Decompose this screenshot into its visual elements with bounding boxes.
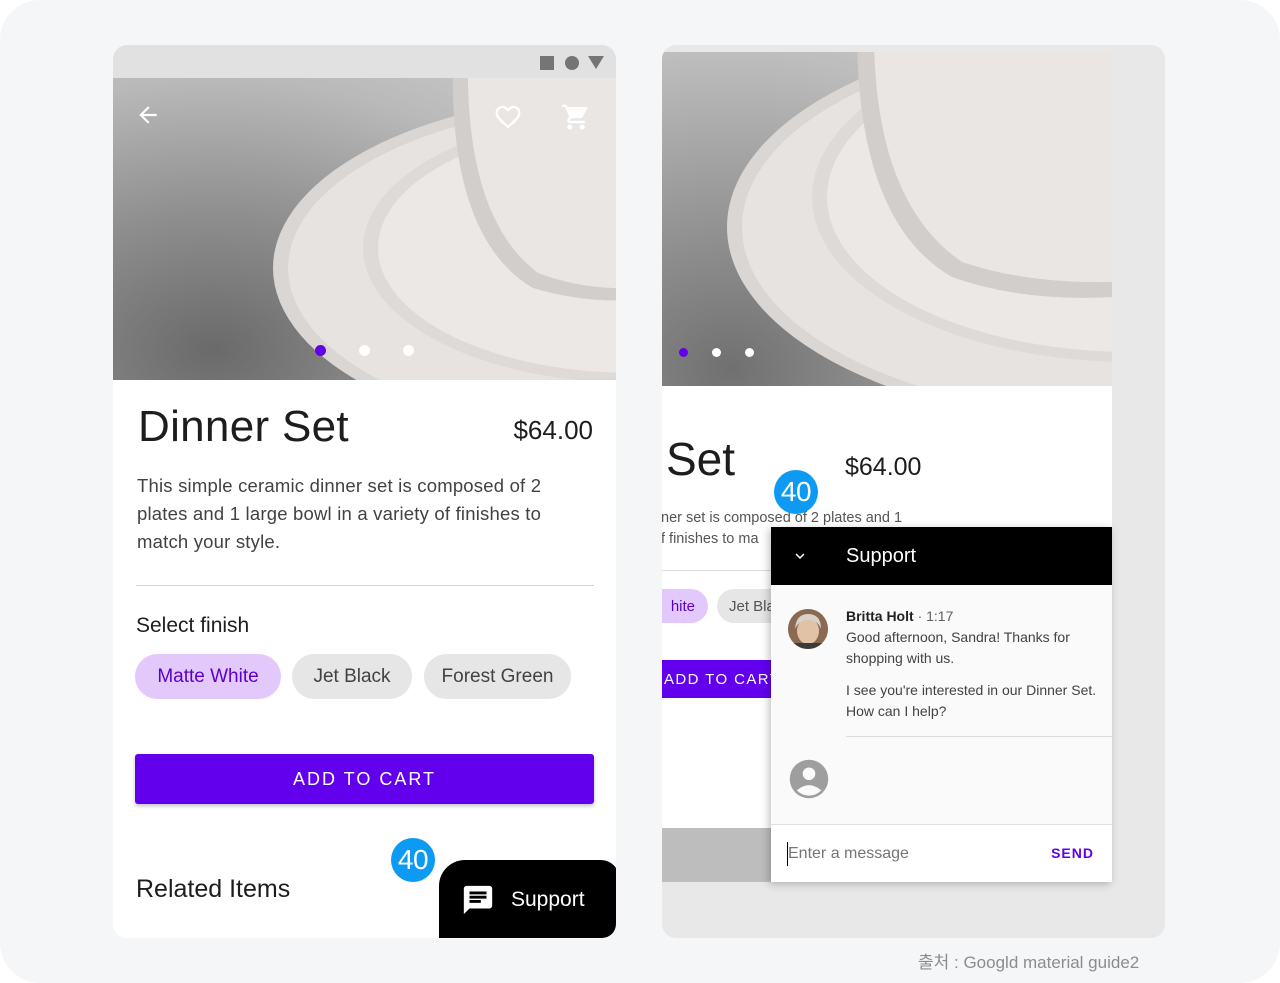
chip-matte-white[interactable]: Matte White <box>135 654 281 699</box>
carousel-dot[interactable] <box>359 345 370 356</box>
message-sender: Britta Holt · 1:17 <box>846 608 953 624</box>
support-chat-sheet: Support Britta Holt · 1:17 Good afternoo… <box>771 527 1112 882</box>
annotation-badge: 40 <box>774 470 818 514</box>
product-image-carousel[interactable] <box>113 78 616 380</box>
product-title: Dinner Set <box>138 402 349 451</box>
send-button[interactable]: SEND <box>1051 845 1094 861</box>
back-button[interactable] <box>135 102 167 134</box>
dinner-plate-image <box>273 78 616 380</box>
product-description-line: f finishes to ma <box>662 531 759 547</box>
avatar <box>788 609 828 649</box>
favorite-button[interactable] <box>493 102 525 134</box>
agent-avatar-image <box>788 609 828 649</box>
back-arrow-icon <box>139 106 157 124</box>
divider <box>846 736 1112 737</box>
chat-message: Good afternoon, Sandra! Thanks for shopp… <box>846 629 1070 666</box>
divider <box>662 570 782 571</box>
product-description-line: ner set is composed of 2 plates and 1 <box>662 510 903 526</box>
message-input[interactable] <box>788 845 988 863</box>
heart-icon <box>495 105 521 129</box>
chat-icon <box>463 885 493 915</box>
chat-header[interactable]: Support <box>771 527 1112 585</box>
message-composer: SEND <box>771 824 1112 882</box>
source-caption: 출처 : Googld material guide2 <box>918 953 1140 972</box>
product-description: This simple ceramic dinner set is compos… <box>137 475 542 552</box>
cart-icon <box>562 104 588 130</box>
select-finish-label: Select finish <box>136 614 250 637</box>
product-price: $64.00 <box>513 415 593 445</box>
home-icon <box>565 56 579 70</box>
back-triangle-icon <box>588 56 604 69</box>
carousel-indicator <box>662 348 1112 358</box>
carousel-dot-active <box>679 348 688 357</box>
carousel-dot <box>745 348 754 357</box>
chip-jet-black[interactable]: Jet Black <box>292 654 412 699</box>
person-icon <box>789 759 829 799</box>
chevron-down-icon[interactable] <box>791 547 809 565</box>
recents-icon <box>540 56 554 70</box>
sender-name: Britta Holt <box>846 608 914 624</box>
add-to-cart-button[interactable]: ADD TO CART <box>135 754 594 804</box>
related-items-heading: Related Items <box>136 875 291 903</box>
annotation-badge: 40 <box>391 838 435 882</box>
chat-message: I see you're interested in our Dinner Se… <box>846 682 1097 719</box>
divider <box>136 585 594 586</box>
chip-matte-white[interactable]: hite <box>662 589 708 623</box>
support-fab[interactable]: Support <box>439 860 616 938</box>
status-bar <box>113 45 616 78</box>
message-time: · 1:17 <box>917 608 954 624</box>
chip-forest-green[interactable]: Forest Green <box>424 654 571 699</box>
product-screen: Dinner Set $64.00 This simple ceramic di… <box>113 45 616 938</box>
product-title: Set <box>666 433 736 485</box>
chat-title: Support <box>846 545 917 567</box>
product-price: $64.00 <box>845 453 922 481</box>
carousel-dot[interactable] <box>403 345 414 356</box>
cart-button[interactable] <box>561 102 593 134</box>
dinner-plate-image <box>727 52 1112 386</box>
carousel-indicator <box>113 345 616 357</box>
carousel-dot <box>712 348 721 357</box>
support-fab-label: Support <box>511 888 585 911</box>
product-image-carousel <box>662 52 1112 386</box>
carousel-dot-active[interactable] <box>315 345 326 356</box>
